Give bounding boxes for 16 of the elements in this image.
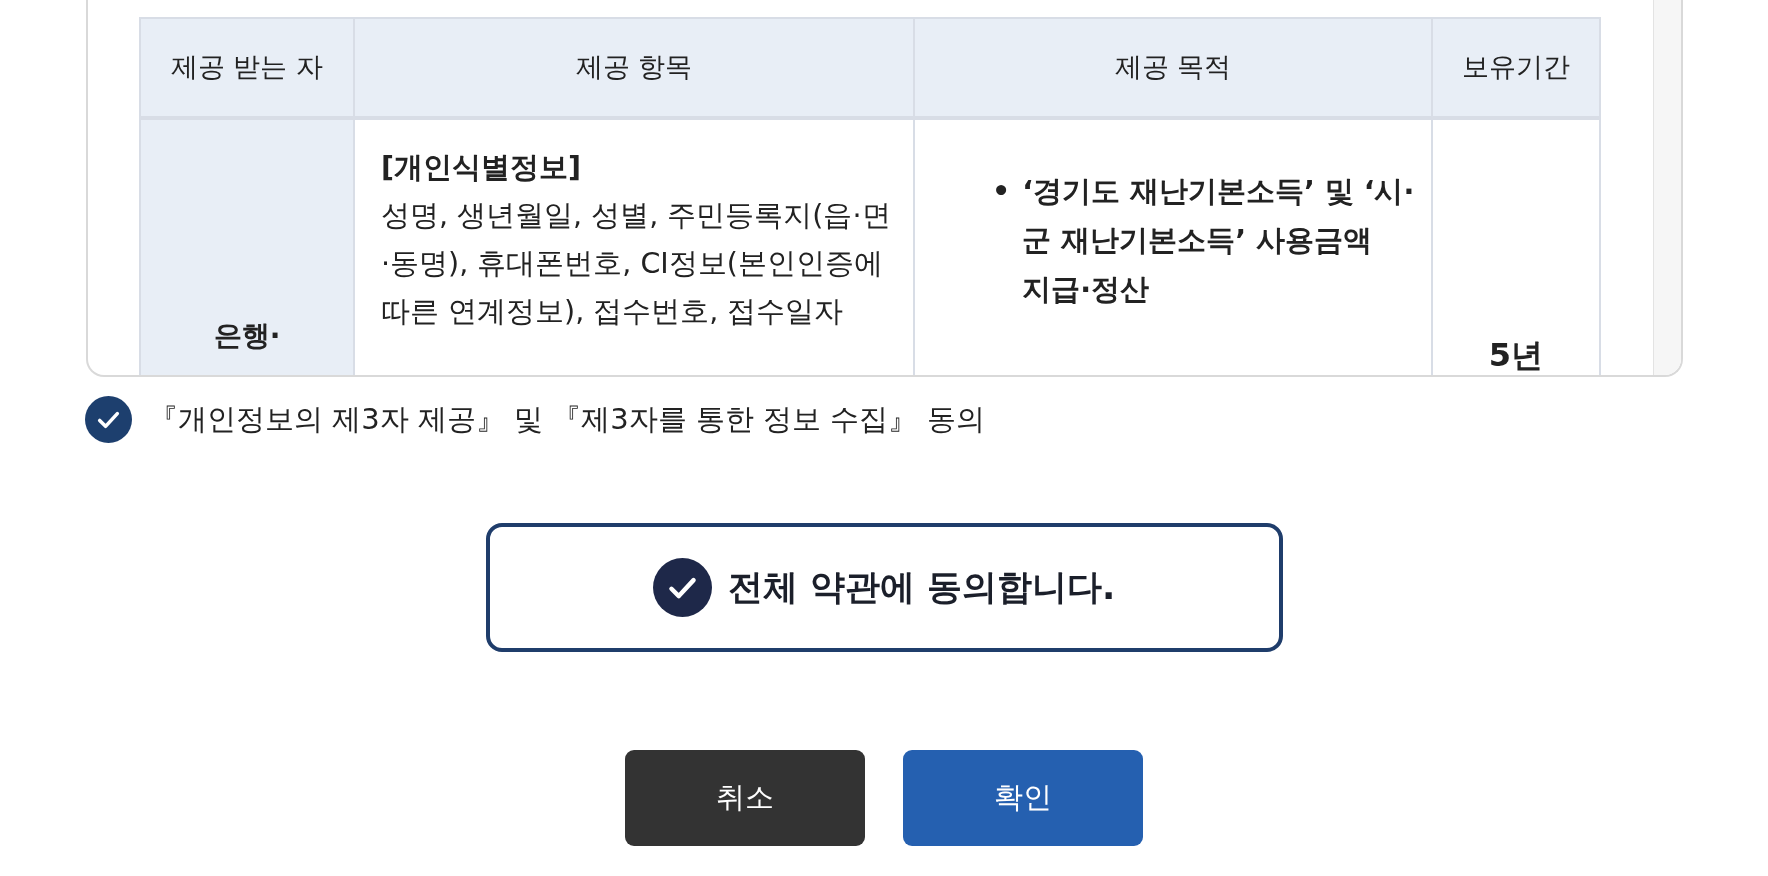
- column-header: 제공 받는 자: [140, 18, 354, 118]
- items-text: 성명, 생년월일, 성별, 주민등록지(읍·면·동명), 휴대폰번호, CI정보(본인인증에 따른 연계정보), 접수번호, 접수일자: [381, 199, 891, 328]
- checkbox[interactable]: [85, 396, 132, 443]
- scrollbar-track[interactable]: [1653, 0, 1681, 375]
- consent-label[interactable]: 『개인정보의 제3자 제공』 및 『제3자를 통한 정보 수집』 동의: [149, 397, 985, 442]
- column-header: 제공 항목: [354, 18, 914, 118]
- retention-text: 5년: [1488, 336, 1544, 375]
- purpose-text: ‘경기도 재난기본소득’ 및 ‘시·군 재난기본소득’ 사용금액 지급·정산: [1022, 174, 1416, 308]
- column-header: 보유기간: [1432, 18, 1600, 118]
- list-bullet: •: [992, 174, 1011, 210]
- agree-all-button[interactable]: 전체 약관에 동의합니다.: [485, 523, 1283, 652]
- cancel-button[interactable]: 취소: [625, 750, 865, 846]
- confirm-button[interactable]: 확인: [903, 750, 1143, 846]
- column-header: 제공 목적: [914, 18, 1432, 118]
- items-heading: [개인식별정보]: [381, 150, 583, 186]
- recipient-text: 은행·: [213, 319, 281, 352]
